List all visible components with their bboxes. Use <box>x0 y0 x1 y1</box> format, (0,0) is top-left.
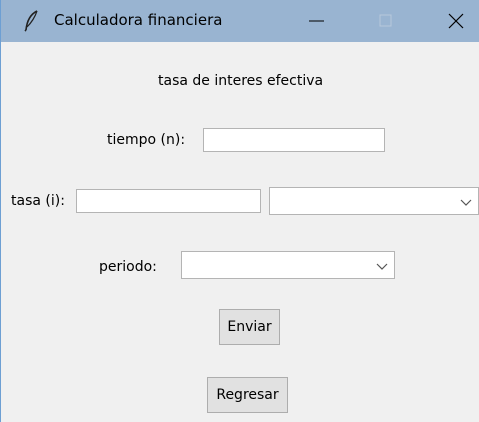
maximize-icon <box>379 14 392 27</box>
chevron-down-icon <box>376 263 388 270</box>
tasa-unit-select[interactable] <box>269 187 479 215</box>
chevron-down-icon <box>460 199 472 206</box>
app-window: Calculadora financiera tasa de interes e… <box>0 0 479 422</box>
maximize-button[interactable] <box>367 0 415 42</box>
tasa-label: tasa (i): <box>11 193 65 209</box>
enviar-button[interactable]: Enviar <box>219 309 280 345</box>
tiempo-input[interactable] <box>203 128 385 152</box>
regresar-button[interactable]: Regresar <box>207 377 288 413</box>
form-heading: tasa de interes efectiva <box>158 73 324 89</box>
title-bar[interactable]: Calculadora financiera <box>1 0 479 42</box>
close-button[interactable] <box>431 0 479 42</box>
feather-icon <box>23 10 41 32</box>
periodo-select[interactable] <box>181 251 395 279</box>
window-title: Calculadora financiera <box>54 11 223 29</box>
tasa-input[interactable] <box>76 189 261 213</box>
minimize-icon <box>309 20 324 22</box>
minimize-button[interactable] <box>297 0 345 42</box>
periodo-label: periodo: <box>99 259 157 275</box>
close-icon <box>448 13 464 29</box>
tiempo-label: tiempo (n): <box>107 132 186 148</box>
